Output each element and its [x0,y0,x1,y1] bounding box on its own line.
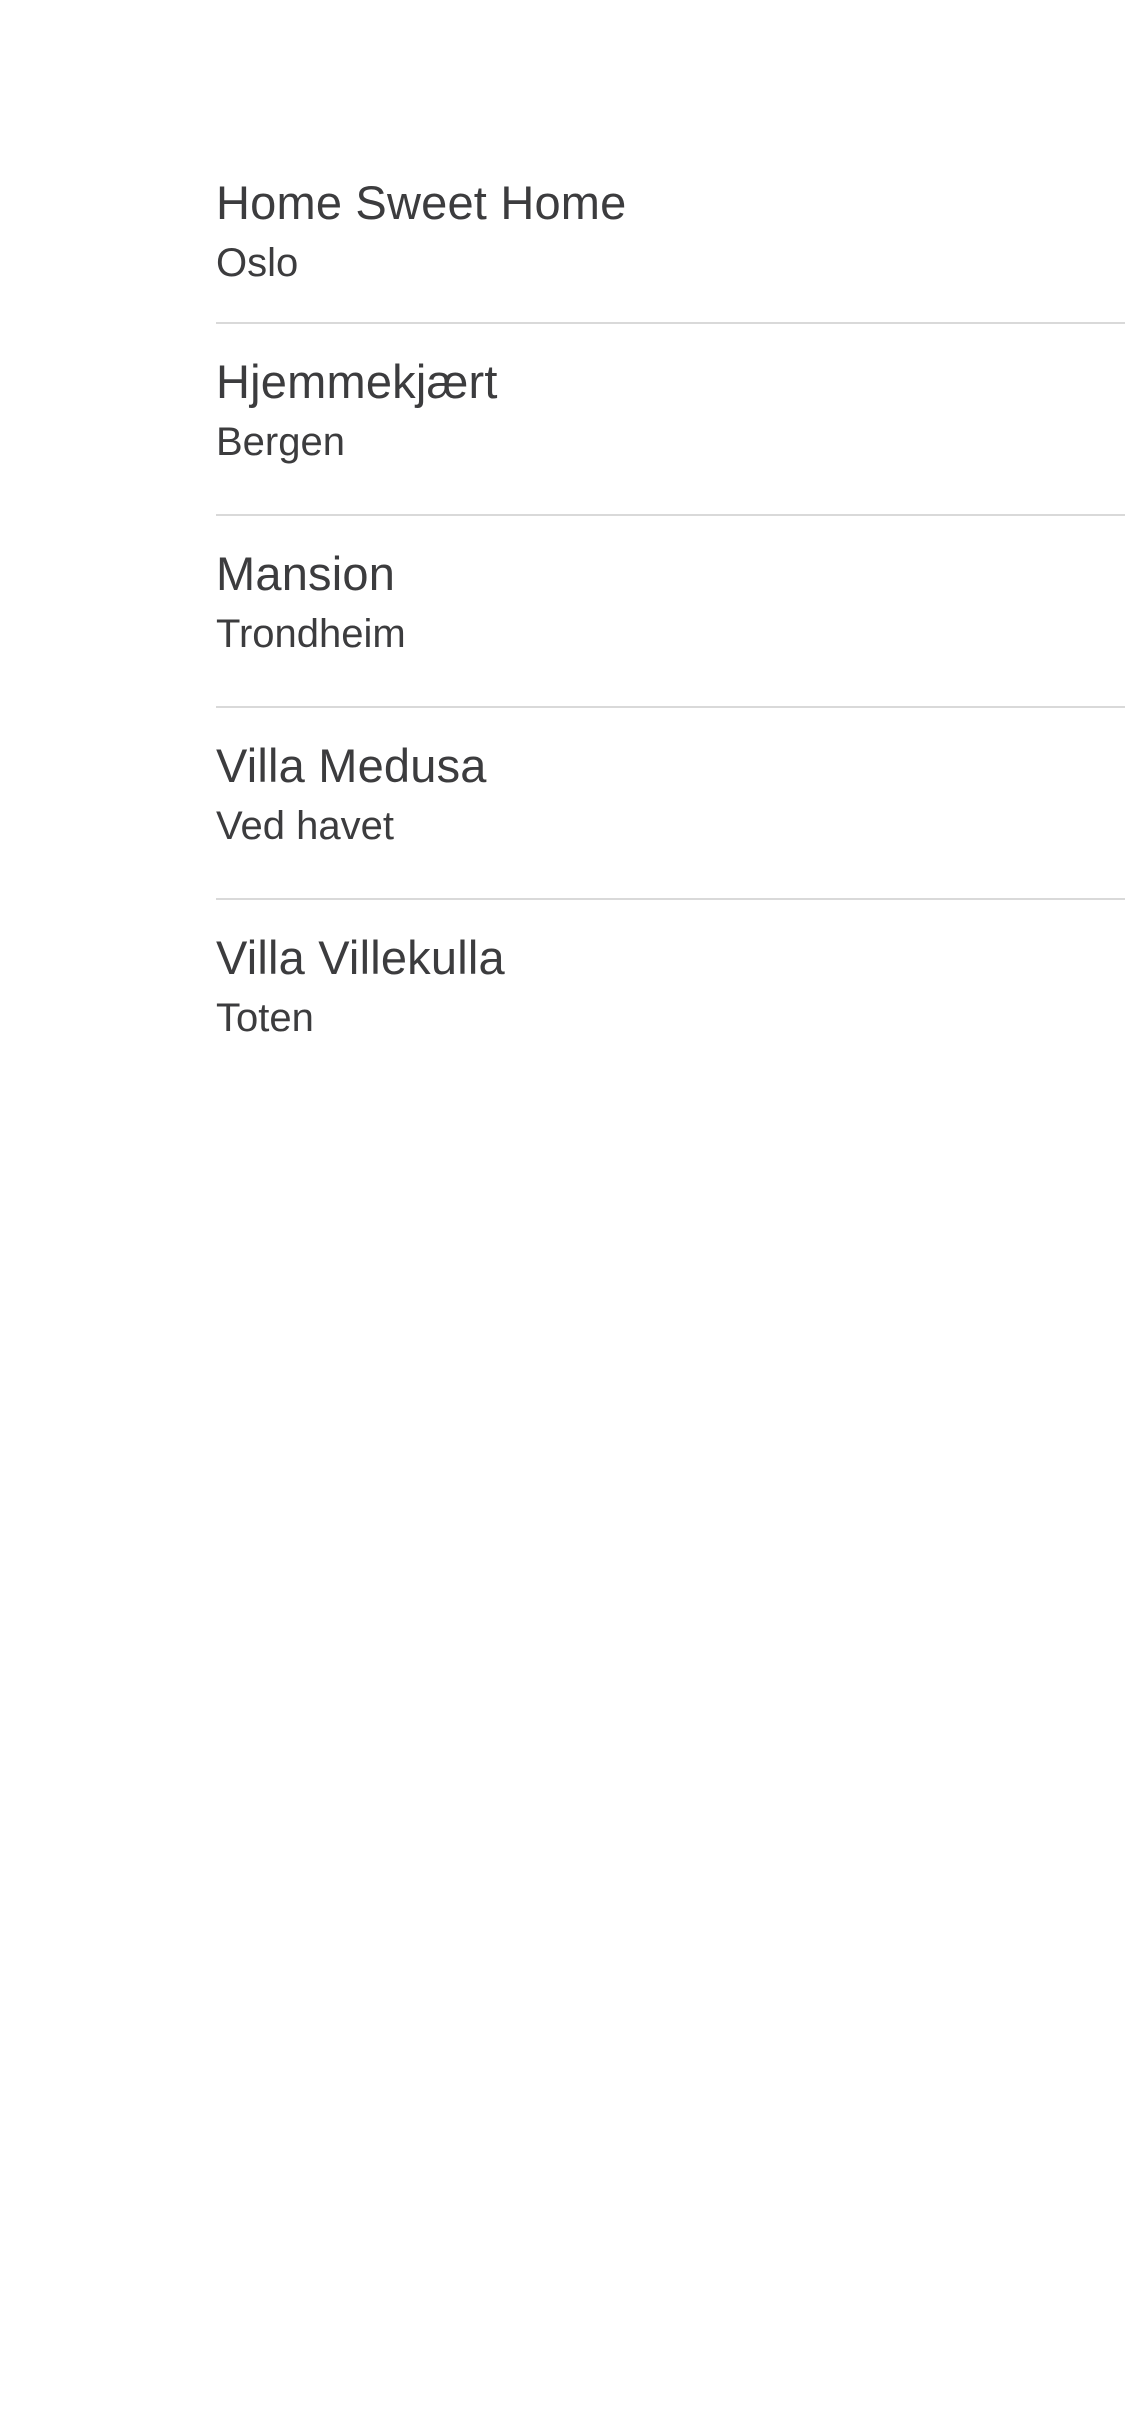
home-list-item[interactable]: Hjemmekjært Bergen [216,324,1125,516]
homes-list: Home Sweet Home Oslo Hjemmekjært Bergen … [216,145,1125,1092]
home-location: Ved havet [216,804,394,848]
home-location: Bergen [216,420,345,464]
home-name: Mansion [216,547,396,600]
home-location: Toten [216,996,314,1040]
home-list-item[interactable]: Mansion Trondheim [216,516,1125,708]
home-name: Villa Villekulla [216,931,505,984]
home-name: Hjemmekjært [216,355,498,408]
home-list-item[interactable]: Home Sweet Home Oslo [216,145,1125,324]
home-location: Trondheim [216,612,406,656]
home-name: Villa Medusa [216,739,487,792]
home-location: Oslo [216,241,299,285]
home-name: Home Sweet Home [216,176,627,229]
home-list-item[interactable]: Villa Medusa Ved havet [216,708,1125,900]
home-list-item[interactable]: Villa Villekulla Toten [216,900,1125,1092]
